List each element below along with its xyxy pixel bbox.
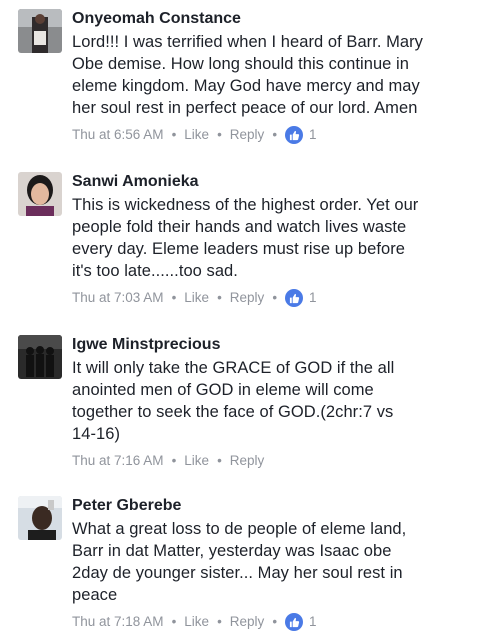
separator: • bbox=[171, 453, 177, 468]
reply-button[interactable]: Reply bbox=[230, 126, 265, 144]
comment-author[interactable]: Sanwi Amonieka bbox=[72, 172, 472, 192]
thumbs-up-icon[interactable] bbox=[285, 126, 304, 144]
separator: • bbox=[217, 127, 222, 142]
comment-text-line: every day. Eleme leaders must rise up be… bbox=[72, 240, 405, 258]
comment-text-line: together to seek the face of GOD.(2chr:7… bbox=[72, 403, 394, 421]
like-count[interactable]: 1 bbox=[309, 613, 317, 631]
avatar[interactable] bbox=[18, 9, 62, 53]
separator: • bbox=[217, 290, 222, 305]
comment-author[interactable]: Igwe Minstprecious bbox=[72, 335, 472, 355]
like-button[interactable]: Like bbox=[184, 452, 209, 470]
like-count[interactable]: 1 bbox=[309, 289, 317, 307]
thumbs-up-icon[interactable] bbox=[285, 289, 304, 307]
comment-text-line: Barr in dat Matter, yesterday was Isaac … bbox=[72, 542, 392, 560]
avatar[interactable] bbox=[18, 335, 62, 379]
like-button[interactable]: Like bbox=[184, 126, 209, 144]
comment-text: This is wickedness of the highest order.… bbox=[72, 194, 472, 282]
comment-text-line: It will only take the GRACE of GOD if th… bbox=[72, 359, 395, 377]
comment-meta: Thu at 6:56 AM • Like • Reply • 1 bbox=[72, 126, 472, 144]
comment-text: It will only take the GRACE of GOD if th… bbox=[72, 357, 472, 445]
reply-button[interactable]: Reply bbox=[230, 613, 265, 631]
comment-meta: Thu at 7:03 AM • Like • Reply • 1 bbox=[72, 289, 472, 307]
avatar[interactable] bbox=[18, 172, 62, 216]
comment-text-line: Lord!!! I was terrified when I heard of … bbox=[72, 33, 423, 51]
comment-time[interactable]: Thu at 7:03 AM bbox=[72, 289, 164, 307]
comment-text-line: anointed men of GOD in eleme will come bbox=[72, 381, 374, 399]
avatar[interactable] bbox=[18, 496, 62, 540]
comment-text-line: What a great loss to de people of eleme … bbox=[72, 520, 407, 538]
comment-time[interactable]: Thu at 7:18 AM bbox=[72, 613, 164, 631]
comment-text-line: it's too late......too sad. bbox=[72, 262, 238, 280]
comment-text-line: people fold their hands and watch lives … bbox=[72, 218, 407, 236]
comment-text-line: peace bbox=[72, 586, 118, 604]
comment-text: What a great loss to de people of eleme … bbox=[72, 518, 472, 606]
reply-button[interactable]: Reply bbox=[230, 452, 265, 470]
comment-time[interactable]: Thu at 7:16 AM bbox=[72, 452, 164, 470]
comment-author[interactable]: Peter Gberebe bbox=[72, 496, 472, 516]
like-button[interactable]: Like bbox=[184, 613, 209, 631]
like-count[interactable]: 1 bbox=[309, 126, 317, 144]
separator: • bbox=[217, 453, 222, 468]
separator: • bbox=[171, 127, 177, 142]
comment-meta: Thu at 7:18 AM • Like • Reply • 1 bbox=[72, 613, 472, 631]
separator: • bbox=[272, 290, 278, 305]
comment-text-line: 14-16) bbox=[72, 425, 120, 443]
separator: • bbox=[171, 290, 177, 305]
separator: • bbox=[217, 614, 222, 629]
comment-text-line: her soul rest in perfect peace of our lo… bbox=[72, 99, 418, 117]
separator: • bbox=[272, 127, 278, 142]
comment-meta: Thu at 7:16 AM • Like • Reply bbox=[72, 452, 472, 470]
comment-text-line: eleme kingdom. May God have mercy and ma… bbox=[72, 77, 420, 95]
comment-time[interactable]: Thu at 6:56 AM bbox=[72, 126, 164, 144]
separator: • bbox=[272, 614, 278, 629]
comment-text-line: Obe demise. How long should this continu… bbox=[72, 55, 409, 73]
reply-button[interactable]: Reply bbox=[230, 289, 265, 307]
thumbs-up-icon[interactable] bbox=[285, 613, 304, 631]
comment-text-line: 2day de younger sister... May her soul r… bbox=[72, 564, 403, 582]
comment-author[interactable]: Onyeomah Constance bbox=[72, 9, 472, 29]
comment-text: Lord!!! I was terrified when I heard of … bbox=[72, 31, 472, 119]
comment-text-line: This is wickedness of the highest order.… bbox=[72, 196, 419, 214]
like-button[interactable]: Like bbox=[184, 289, 209, 307]
separator: • bbox=[171, 614, 177, 629]
